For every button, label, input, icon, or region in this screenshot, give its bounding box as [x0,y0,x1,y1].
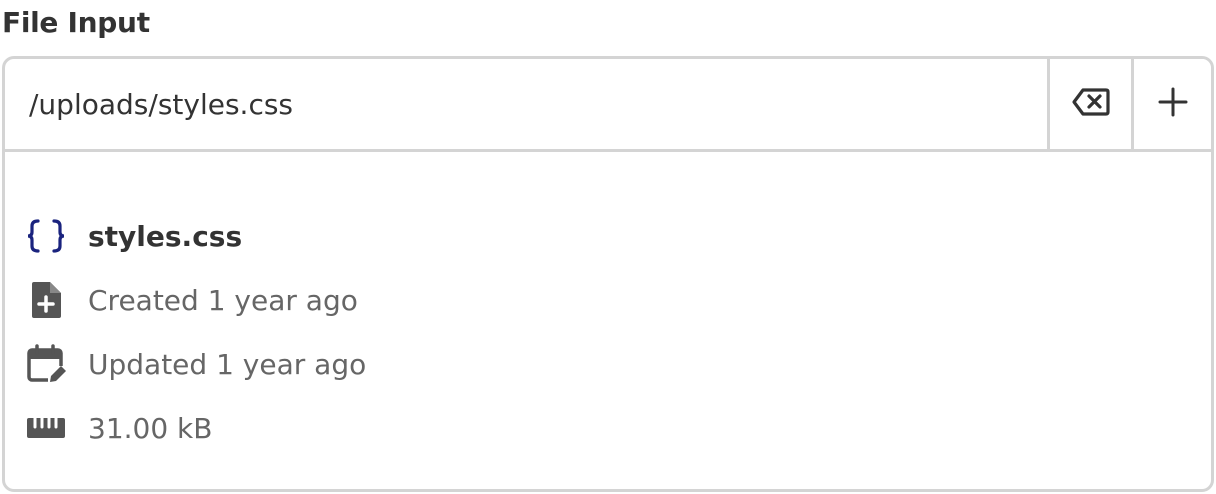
file-input-card: styles.css Created 1 year ago [2,56,1214,492]
file-path-input[interactable] [5,59,1047,149]
file-add-icon [26,280,66,320]
file-name-row: styles.css [26,204,1211,268]
updated-row: Updated 1 year ago [26,332,1211,396]
curly-braces-icon [26,216,66,256]
ruler-icon [26,408,66,448]
calendar-edit-icon [26,344,66,384]
file-details: styles.css Created 1 year ago Updated 1 … [5,152,1211,460]
add-button[interactable] [1131,59,1211,149]
field-label: File Input [2,6,150,39]
created-row: Created 1 year ago [26,268,1211,332]
updated-text: Updated 1 year ago [88,347,367,381]
input-row [5,59,1211,152]
backspace-clear-icon [1071,86,1111,122]
file-size: 31.00 kB [88,411,213,445]
size-row: 31.00 kB [26,396,1211,460]
plus-icon [1158,87,1188,121]
clear-button[interactable] [1047,59,1131,149]
file-name: styles.css [88,219,243,253]
created-text: Created 1 year ago [88,283,358,317]
